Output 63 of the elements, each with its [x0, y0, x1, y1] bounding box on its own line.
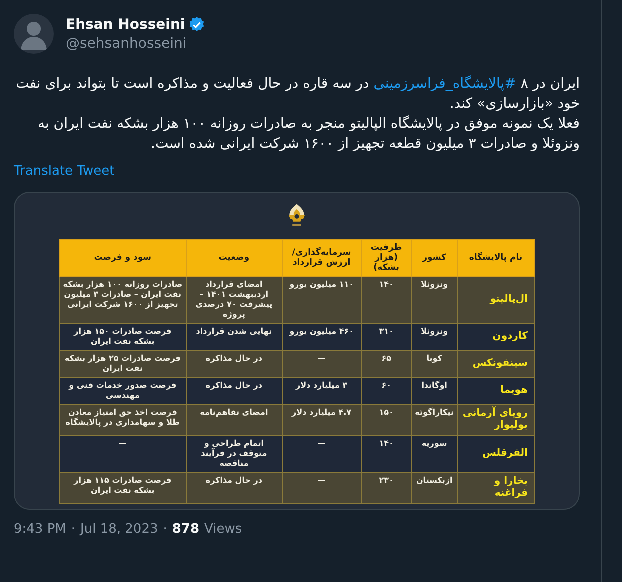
- table-cell: در حال مذاکره: [186, 350, 282, 378]
- table-cell: بخارا و فراغنه: [457, 472, 534, 504]
- table-cell: ۶۰: [361, 378, 412, 404]
- table-cell: فرصت صادرات ۲۵ هزار بشکه نفت ایران: [60, 350, 186, 378]
- table-cell: نهایی شدن قرارداد: [186, 324, 282, 350]
- column-header: نام پالایشگاه: [457, 240, 534, 276]
- table-cell: فرصت صدور خدمات فنی و مهندسی: [60, 378, 186, 404]
- table-cell: ۱۱۰ میلیون یورو: [282, 276, 362, 324]
- table-cell: ۱۴۰: [361, 276, 412, 324]
- table-cell: —: [282, 350, 362, 378]
- table-cell: ۴۶۰ میلیون یورو: [282, 324, 362, 350]
- table-cell: ونزوئلا: [412, 276, 458, 324]
- image-card[interactable]: [14, 192, 580, 510]
- table-cell: ازبکستان: [412, 472, 458, 504]
- table-cell: در حال مذاکره: [186, 378, 282, 404]
- table-cell: ال‌پالیتو: [457, 276, 534, 324]
- column-header: سود و فرصت: [60, 240, 186, 276]
- table-cell: ۶۵: [361, 350, 412, 378]
- table-cell: —: [282, 436, 362, 472]
- separator-dot: ·: [71, 522, 76, 537]
- column-header: وضعیت: [186, 240, 282, 276]
- tweet-text: ایران در ۸ #پالایشگاه_فراسرزمینی در سه قاره در حال فعالیت و مذاکره است تا بتواند برای نفت خود «بازارسازی» کند.: [15, 74, 580, 114]
- tweet-date[interactable]: Jul 18, 2023: [80, 522, 158, 537]
- views-count[interactable]: 878: [172, 522, 200, 537]
- table-cell: کاردون: [457, 324, 534, 350]
- table-cell: امضای تفاهم‌نامه: [186, 404, 282, 436]
- table-cell: سینفونکس: [457, 350, 534, 378]
- tweet-time[interactable]: 9:43 PM: [14, 522, 66, 537]
- table-cell: ۱۵۰: [361, 404, 412, 436]
- table-cell: الفرقلس: [457, 436, 534, 472]
- table-cell: هویما: [457, 378, 534, 404]
- column-header: سرمایه‌گذاری/ ارزش قرارداد: [282, 240, 362, 276]
- flame-gear-logo-icon: [286, 203, 308, 229]
- table-cell: ۱۴۰: [361, 436, 412, 472]
- table-cell: فرصت اخذ حق امتیاز معادن طلا و سهامداری در پالایشگاه: [60, 404, 186, 436]
- views-label[interactable]: Views: [204, 522, 242, 537]
- table-cell: صادرات روزانه ۱۰۰ هزار بشکه نفت ایران – صادرات ۳ میلیون تجهیز از ۱۶۰۰ شرکت ایرانی: [60, 276, 186, 324]
- table-cell: ۴.۷ میلیارد دلار: [282, 404, 362, 436]
- column-header: ظرفیت (هزار بشکه): [361, 240, 412, 276]
- table-cell: اوگاندا: [412, 378, 458, 404]
- table-cell: رویای آرمانی بولیوار: [457, 404, 534, 436]
- table-cell: ۲۳۰: [361, 472, 412, 504]
- table-cell: سوریه: [412, 436, 458, 472]
- hashtag-link[interactable]: #پالایشگاه_فراسرزمینی: [374, 76, 516, 92]
- column-header: کشور: [412, 240, 458, 276]
- separator-dot: ·: [163, 522, 168, 537]
- table-cell: در حال مذاکره: [186, 472, 282, 504]
- table-cell: فرصت صادرات ۱۵۰ هزار بشکه نفت ایران: [60, 324, 186, 350]
- table-cell: اتمام طراحی و متوقف در فرآیند مناقصه: [186, 436, 282, 472]
- table-cell: ونزوئلا: [412, 324, 458, 350]
- table-cell: نیکاراگوئه: [412, 404, 458, 436]
- author-name[interactable]: Ehsan Hosseini: [66, 17, 186, 33]
- tweet-text: فعلا یک نمونه موفق در پالایشگاه الپالیتو منجر به صادرات روزانه ۱۰۰ هزار بشکه نفت ایران به ونزوئلا و صادرات ۳ میلیون قطعه تجهیز از ۱۶۰۰ شرکت ایرانی شده است.: [36, 114, 580, 154]
- author-handle[interactable]: @sehsanhosseini: [66, 36, 206, 52]
- table-cell: کوبا: [412, 350, 458, 378]
- avatar[interactable]: [14, 14, 54, 54]
- table-cell: فرصت صادرات ۱۱۵ هزار بشکه نفت ایران: [60, 472, 186, 504]
- translate-link[interactable]: Translate Tweet: [14, 164, 115, 179]
- table-cell: ۳ میلیارد دلار: [282, 378, 362, 404]
- table-cell: —: [60, 436, 186, 472]
- table-cell: ۳۱۰: [361, 324, 412, 350]
- table-cell: امضای قرارداد اردیبهشت ۱۴۰۱ – پیشرفت ۷۰ درصدی پروژه: [186, 276, 282, 324]
- table-cell: —: [282, 472, 362, 504]
